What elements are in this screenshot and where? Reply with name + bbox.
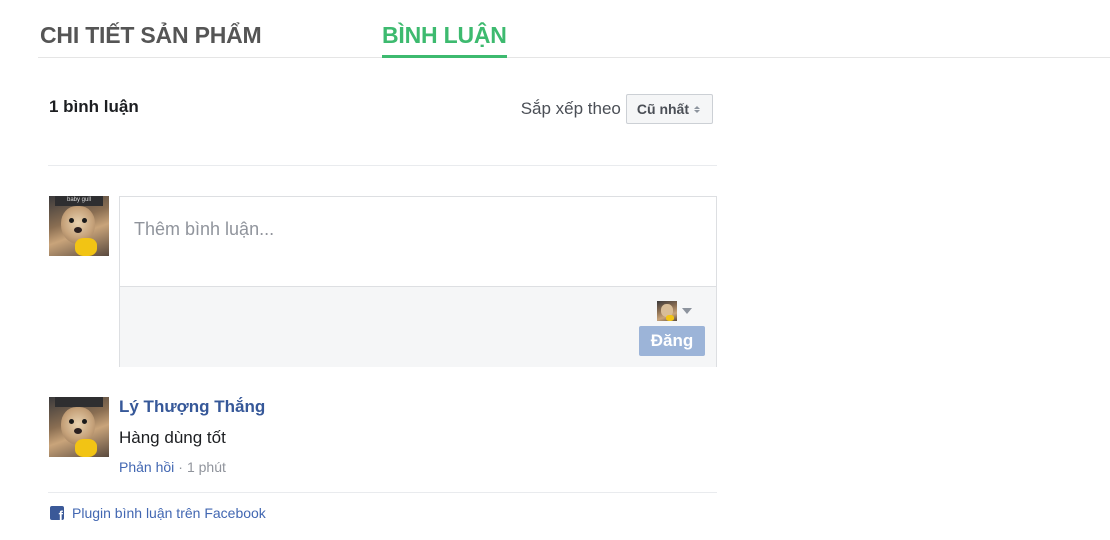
comment-author[interactable]: Lý Thượng Thắng bbox=[119, 397, 265, 417]
tab-bar: CHI TIẾT SẢN PHẨM BÌNH LUẬN bbox=[38, 0, 1110, 58]
current-user-avatar: baby gull bbox=[49, 196, 109, 256]
identity-switcher[interactable] bbox=[657, 301, 692, 321]
comment-time[interactable]: 1 phút bbox=[187, 459, 226, 475]
chevron-down-icon bbox=[682, 308, 692, 314]
facebook-plugin-link[interactable]: f Plugin bình luận trên Facebook bbox=[50, 505, 266, 521]
footer-label: Plugin bình luận trên Facebook bbox=[72, 505, 266, 521]
comment-composer: Đăng bbox=[119, 196, 717, 367]
comment-count: 1 bình luận bbox=[49, 97, 139, 116]
meta-separator: · bbox=[178, 459, 183, 475]
comment-meta: Phản hồi · 1 phút bbox=[119, 459, 226, 475]
tab-comments[interactable]: BÌNH LUẬN bbox=[382, 22, 507, 58]
sort-arrows-icon bbox=[694, 105, 700, 113]
comment-input[interactable] bbox=[120, 197, 716, 285]
sort-control: Sắp xếp theo Cũ nhất bbox=[521, 94, 713, 124]
divider bbox=[48, 492, 717, 493]
sort-select[interactable]: Cũ nhất bbox=[625, 94, 713, 124]
post-button[interactable]: Đăng bbox=[639, 326, 705, 356]
facebook-icon: f bbox=[50, 506, 64, 520]
divider bbox=[48, 165, 717, 166]
reply-link[interactable]: Phản hồi bbox=[119, 459, 174, 475]
sort-label: Sắp xếp theo bbox=[520, 99, 621, 118]
tab-product-details[interactable]: CHI TIẾT SẢN PHẨM bbox=[40, 22, 262, 49]
avatar-caption: baby gull bbox=[67, 197, 92, 203]
sort-value: Cũ nhất bbox=[636, 101, 689, 117]
identity-avatar bbox=[657, 301, 677, 321]
comment-author-avatar[interactable] bbox=[49, 397, 109, 457]
composer-footer: Đăng bbox=[120, 286, 716, 367]
comment-text: Hàng dùng tốt bbox=[119, 428, 226, 447]
